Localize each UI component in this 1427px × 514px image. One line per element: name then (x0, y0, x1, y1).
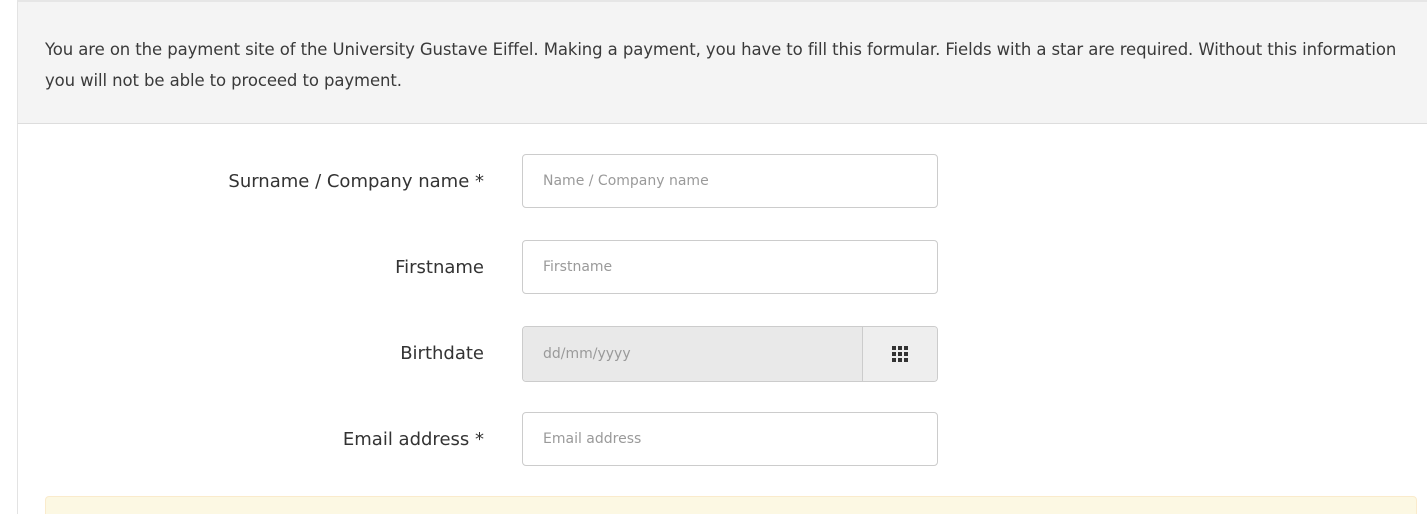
email-label: Email address * (342, 429, 484, 450)
surname-input[interactable] (522, 154, 938, 208)
warning-alert (45, 496, 1417, 514)
email-row: Email address * (18, 412, 1427, 468)
firstname-row: Firstname (18, 240, 1427, 296)
email-input[interactable] (522, 412, 938, 466)
birthdate-group (522, 326, 938, 382)
firstname-label: Firstname (395, 257, 484, 278)
calendar-button[interactable] (862, 327, 937, 381)
surname-label: Surname / Company name * (228, 171, 484, 192)
calendar-grid-icon (892, 346, 908, 362)
birthdate-input[interactable] (523, 327, 862, 381)
notice-text: You are on the payment site of the Unive… (45, 40, 1397, 90)
birthdate-row: Birthdate (18, 326, 1427, 382)
payment-form-page: You are on the payment site of the Unive… (0, 0, 1427, 514)
info-notice: You are on the payment site of the Unive… (17, 0, 1427, 124)
birthdate-label: Birthdate (400, 343, 484, 364)
firstname-input[interactable] (522, 240, 938, 294)
payment-form: Surname / Company name * Firstname Birth… (17, 124, 1427, 514)
surname-row: Surname / Company name * (18, 154, 1427, 210)
